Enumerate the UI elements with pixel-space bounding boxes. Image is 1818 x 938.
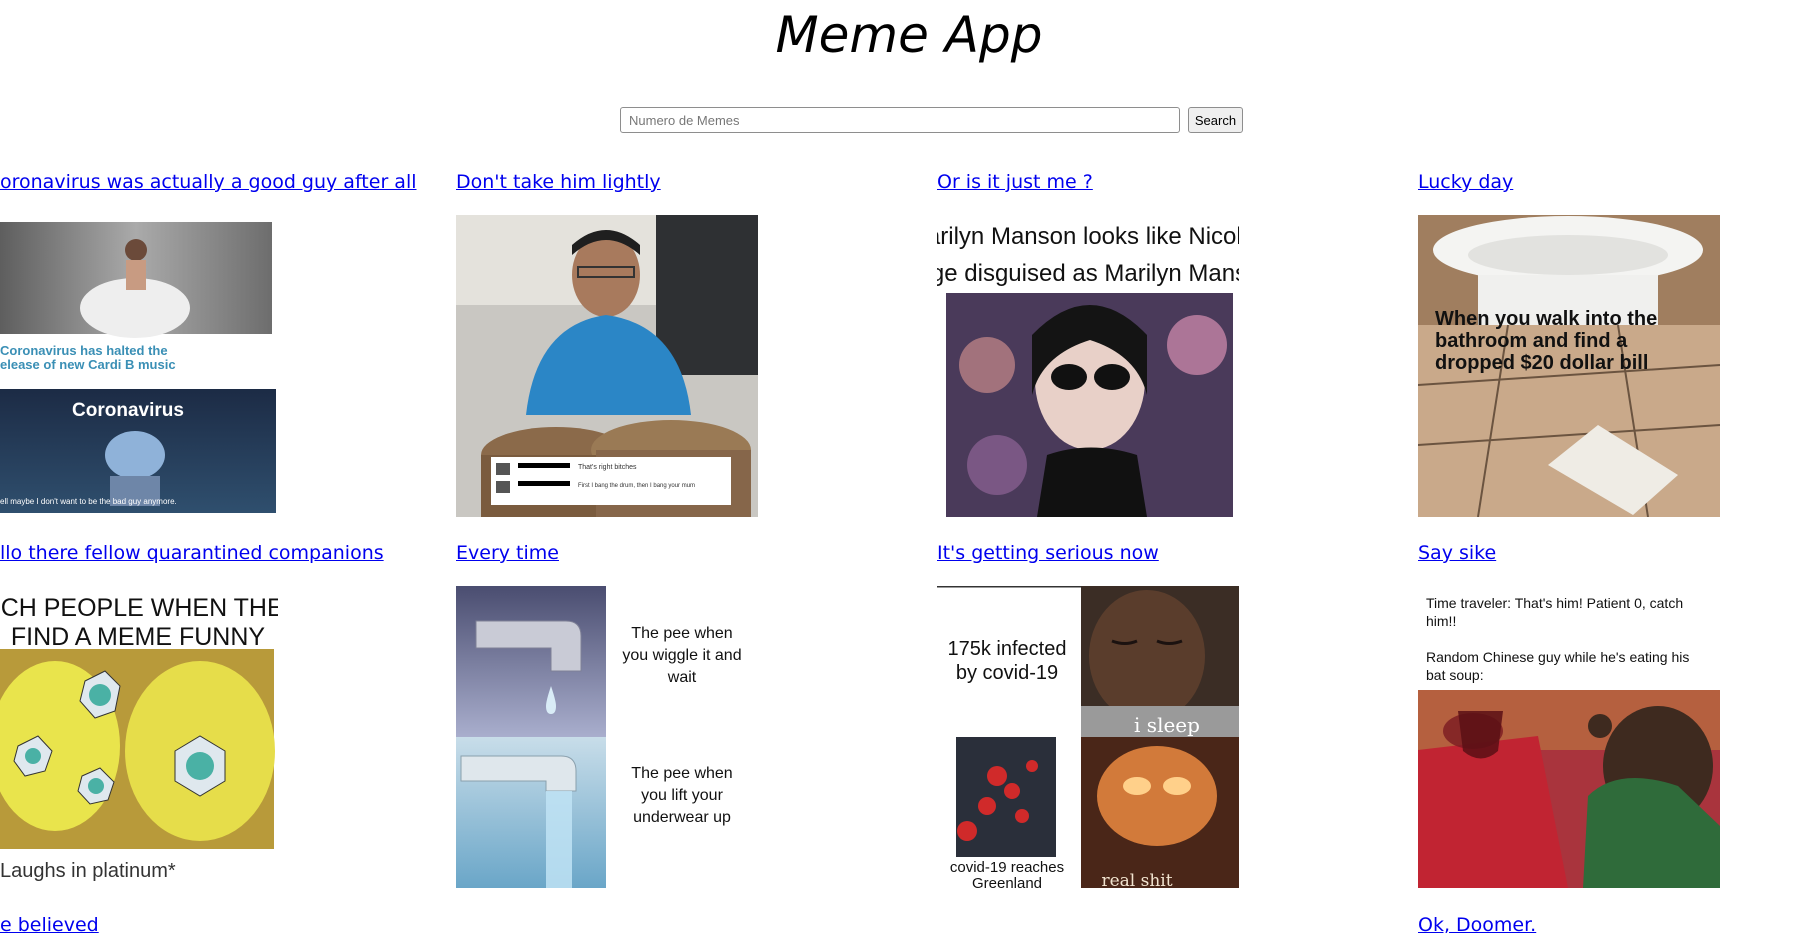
meme-image[interactable]: That's right bitches First I bang the dr… [456, 215, 758, 517]
meme-caption: real shit [1101, 871, 1172, 888]
meme-image[interactable]: Time traveler: That's him! Patient 0, ca… [1418, 586, 1720, 888]
meme-caption: Time traveler: That's him! Patient 0, ca… [1426, 595, 1683, 611]
search-button[interactable]: Search [1188, 107, 1243, 133]
meme-title-link[interactable]: e believed [0, 914, 99, 936]
meme-caption: That's right bitches [578, 464, 637, 471]
meme-image[interactable]: RICH PEOPLE WHEN THEY FIND A MEME FUNNY … [0, 586, 278, 888]
meme-caption: you wiggle it and [622, 647, 741, 664]
meme-image[interactable]: When you walk into the bathroom and find… [1418, 215, 1720, 517]
meme-title-link[interactable]: Ok, Doomer. [1418, 914, 1536, 936]
meme-image[interactable]: Coronavirus has halted the elease of new… [0, 220, 278, 513]
meme-title-link[interactable]: Every time [456, 542, 559, 564]
meme-caption: elease of new Cardi B music [0, 357, 176, 372]
meme-caption: Laughs in platinum* [0, 860, 176, 882]
meme-caption: When you walk into the [1435, 308, 1657, 330]
meme-caption: The pee when [631, 765, 732, 782]
meme-caption: 175k infected [948, 638, 1067, 660]
meme-caption: bathroom and find a [1435, 330, 1628, 352]
meme-caption: Coronavirus [72, 400, 184, 421]
meme-image[interactable]: Marilyn Manson looks like Nicolas Cage d… [937, 215, 1239, 517]
page-title: Meme App [775, 6, 1043, 64]
meme-title-link[interactable]: Say sike [1418, 542, 1496, 564]
meme-title-link[interactable]: oronavirus was actually a good guy after… [0, 171, 417, 193]
meme-title-link[interactable]: Don't take him lightly [456, 171, 661, 193]
meme-caption: underwear up [633, 809, 731, 826]
meme-image[interactable]: 175k infected by covid-19 i sleep covid-… [937, 586, 1239, 888]
meme-title-link[interactable]: Lucky day [1418, 171, 1513, 193]
meme-caption: Cage disguised as Marilyn Manson [937, 260, 1239, 287]
meme-title-link[interactable]: It's getting serious now [937, 542, 1159, 564]
meme-caption: ell maybe I don't want to be the bad guy… [0, 497, 177, 506]
meme-caption: bat soup: [1426, 667, 1484, 683]
meme-caption: covid-19 reaches [950, 859, 1064, 876]
meme-caption: FIND A MEME FUNNY [11, 623, 266, 651]
meme-caption: dropped $20 dollar bill [1435, 352, 1648, 374]
meme-caption: Greenland [972, 875, 1042, 888]
search-input[interactable] [620, 107, 1180, 133]
meme-caption: The pee when [631, 625, 732, 642]
meme-title-link[interactable]: llo there fellow quarantined companions [0, 542, 384, 564]
meme-caption: First I bang the drum, then I bang your … [578, 483, 695, 489]
meme-image[interactable]: The pee when you wiggle it and wait The … [456, 586, 758, 888]
meme-caption: Marilyn Manson looks like Nicolas [937, 223, 1239, 250]
meme-caption: him!! [1426, 613, 1456, 629]
meme-caption: RICH PEOPLE WHEN THEY [0, 594, 278, 622]
meme-caption: wait [667, 669, 697, 686]
meme-title-link[interactable]: Or is it just me ? [937, 171, 1093, 193]
meme-caption: you lift your [641, 787, 723, 804]
meme-caption: i sleep [1134, 713, 1200, 737]
meme-caption: Coronavirus has halted the [0, 343, 168, 358]
meme-caption: by covid-19 [956, 662, 1058, 684]
meme-caption: Random Chinese guy while he's eating his [1426, 649, 1689, 665]
